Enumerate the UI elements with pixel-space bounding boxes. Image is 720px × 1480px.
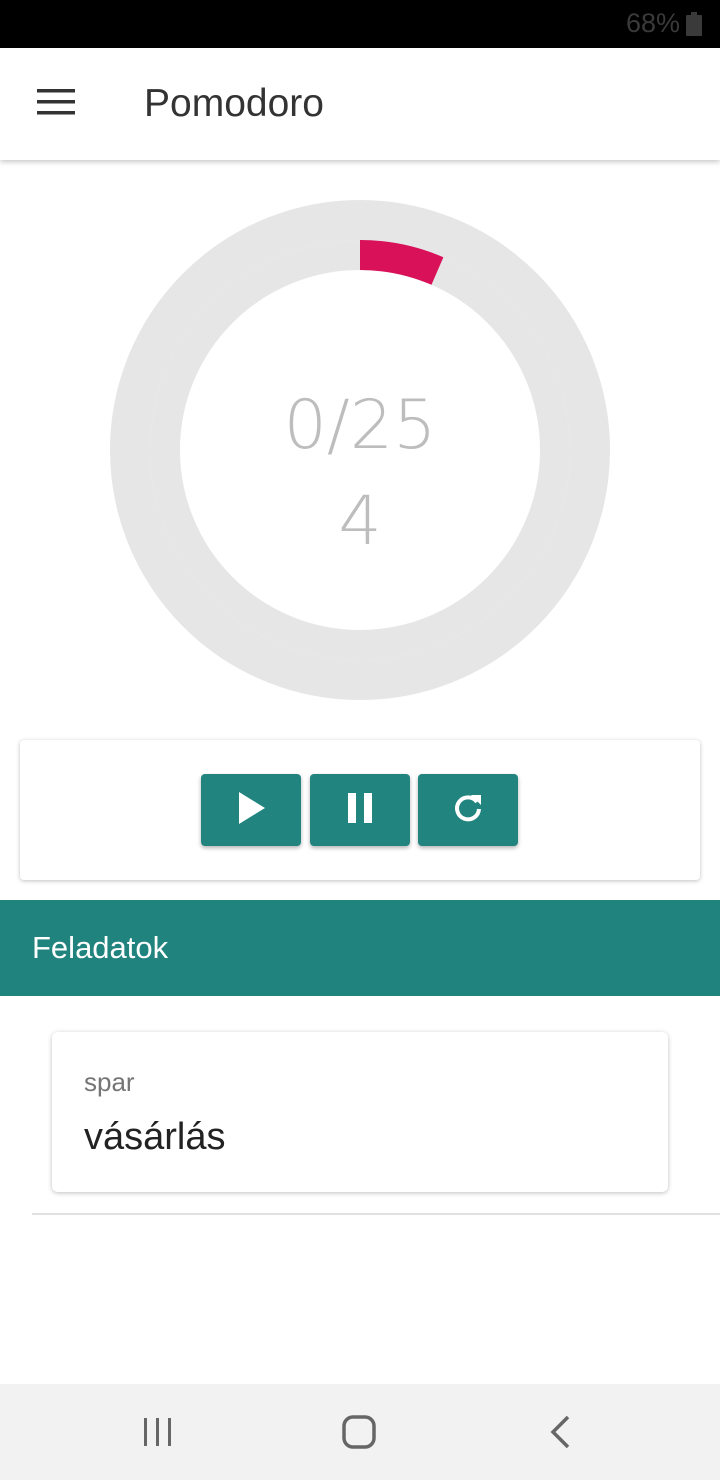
menu-button[interactable] — [24, 76, 88, 132]
task-subtitle: spar — [84, 1067, 135, 1097]
recents-icon — [142, 1416, 174, 1453]
timer-minutes: 0/25 — [283, 386, 437, 465]
app-bar: Pomodoro — [0, 48, 720, 160]
reset-button[interactable] — [418, 774, 518, 846]
recents-button[interactable] — [118, 1402, 198, 1466]
tasks-header: Feladatok — [0, 900, 720, 996]
tasks-header-title: Feladatok — [32, 930, 169, 965]
timer-progress-arc — [359, 240, 444, 285]
home-icon — [341, 1414, 377, 1455]
pause-button[interactable] — [310, 774, 410, 846]
back-button[interactable] — [520, 1402, 600, 1466]
task-title: vásárlás — [84, 1116, 226, 1158]
timer-round-count: 4 — [338, 482, 382, 561]
task-card[interactable]: spar vásárlás — [52, 1032, 668, 1192]
play-icon — [237, 791, 265, 829]
status-bar: 68% — [0, 0, 720, 48]
battery-icon — [685, 12, 703, 36]
battery-percentage: 68% — [625, 8, 680, 38]
timer-controls-card — [20, 740, 700, 880]
timer-dial: 0/25 4 — [110, 200, 610, 700]
home-button[interactable] — [319, 1402, 399, 1466]
page-title: Pomodoro — [144, 82, 324, 125]
pause-icon — [346, 792, 374, 829]
list-divider — [32, 1213, 720, 1215]
back-icon — [548, 1415, 572, 1454]
refresh-icon — [452, 792, 484, 829]
play-button[interactable] — [201, 774, 301, 846]
hamburger-menu-icon — [37, 88, 75, 120]
system-nav-bar — [0, 1384, 720, 1480]
